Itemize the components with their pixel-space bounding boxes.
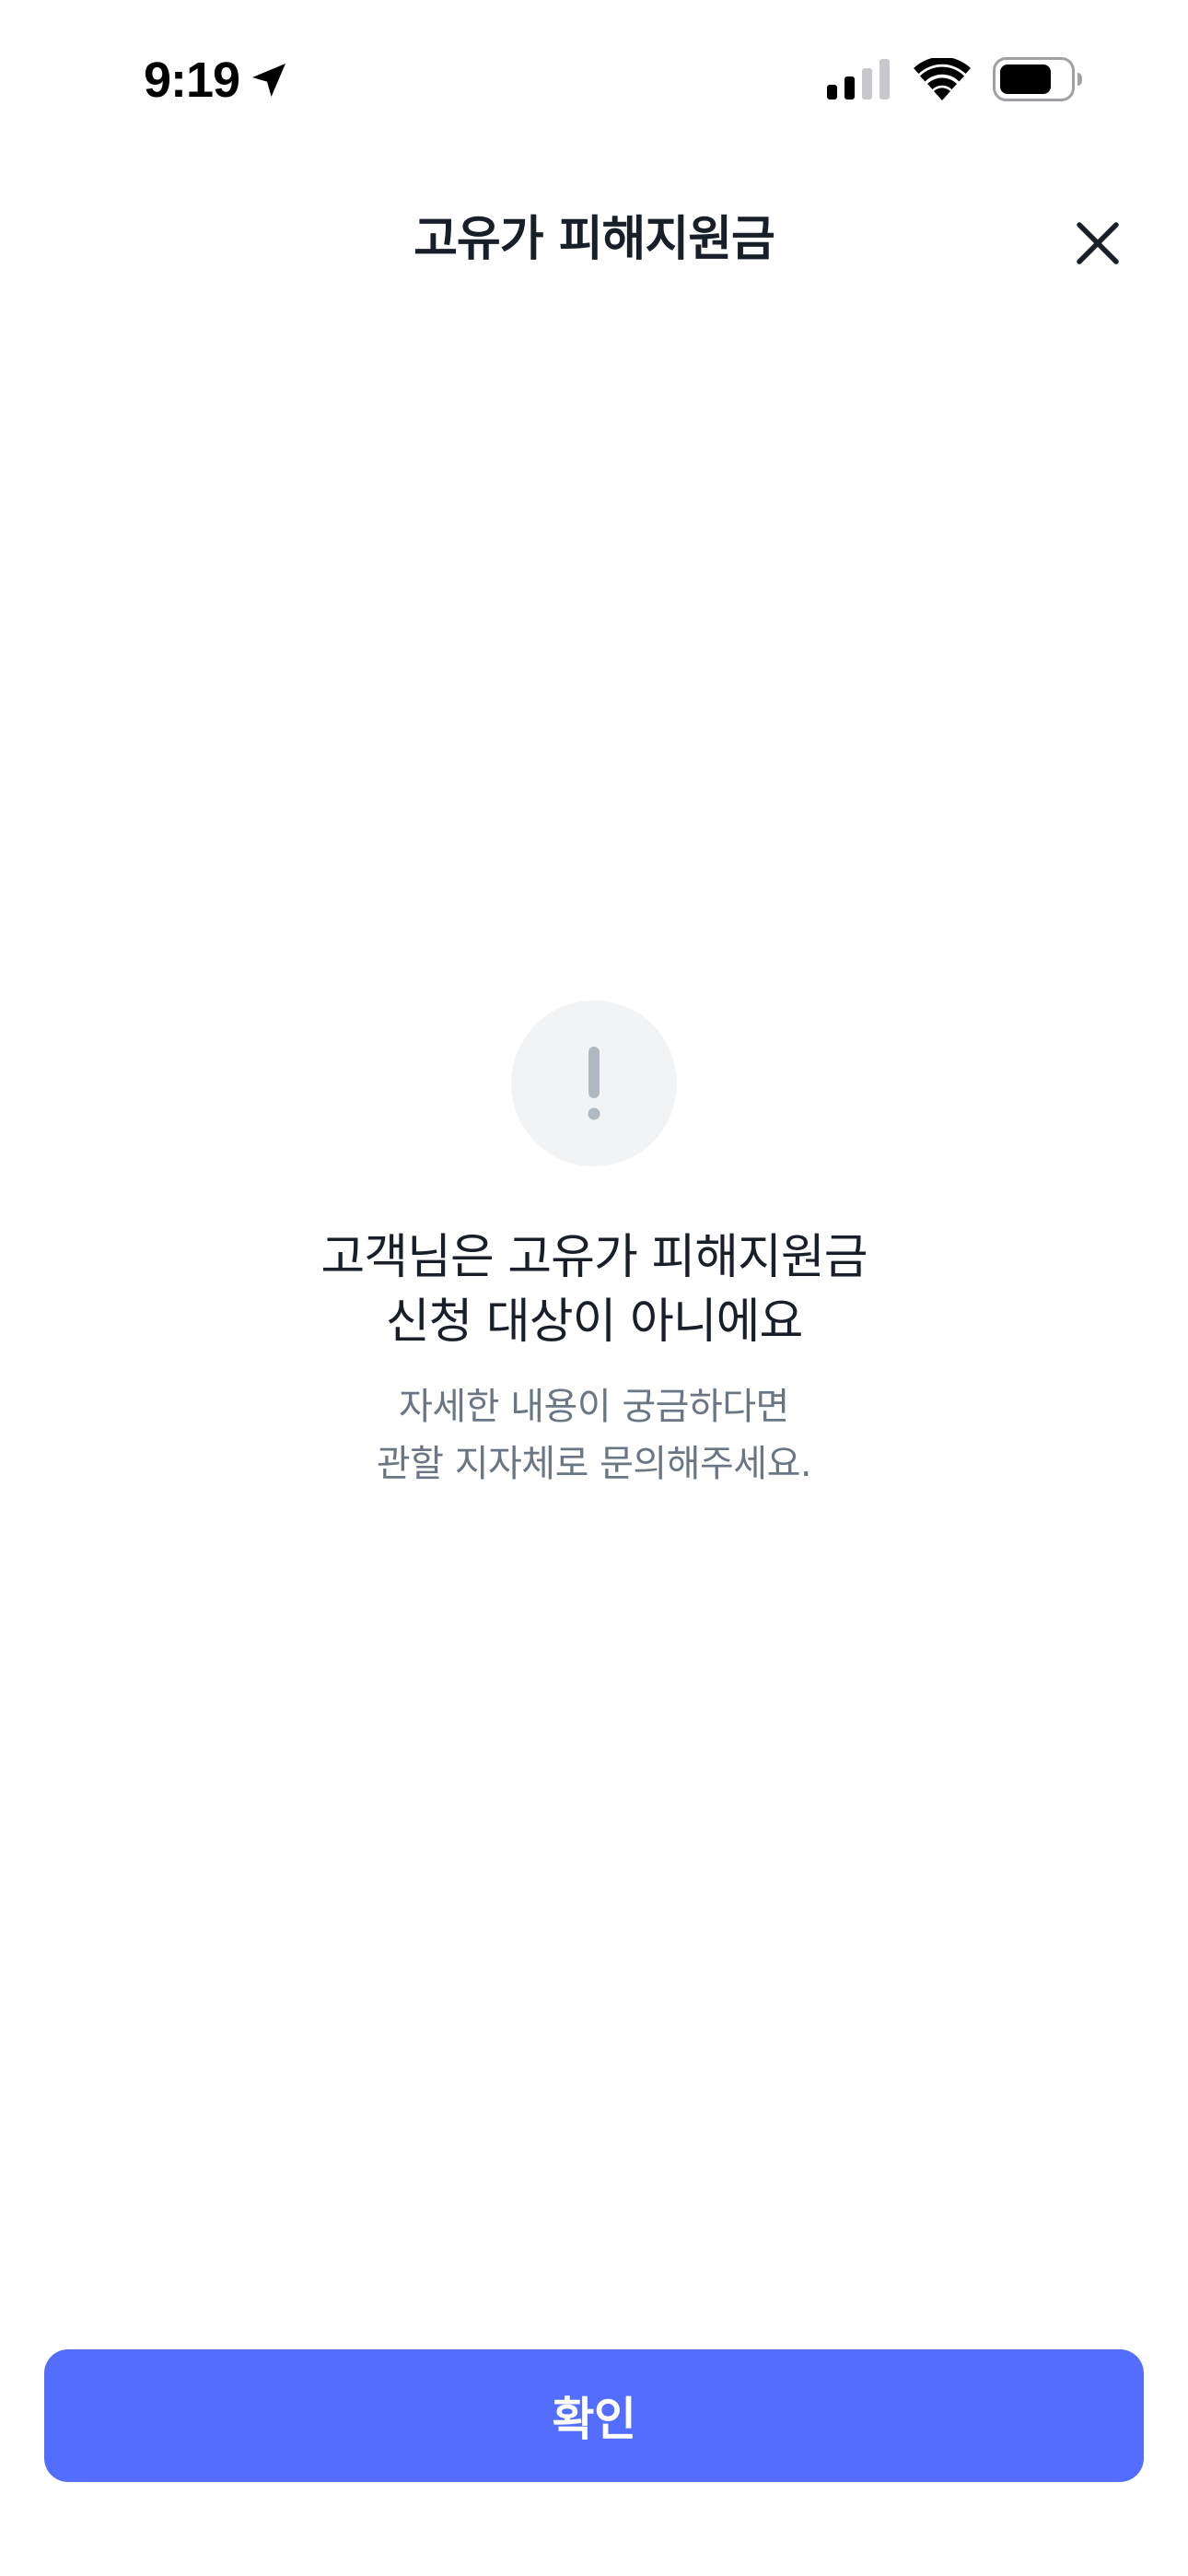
result-section: 고객님은 고유가 피해지원금 신청 대상이 아니에요 자세한 내용이 궁금하다면… bbox=[0, 1001, 1188, 1493]
result-title-line-2: 신청 대상이 아니에요 bbox=[385, 1294, 804, 1350]
page-title: 고유가 피해지원금 bbox=[413, 212, 775, 267]
result-description-line-2: 관할 지자체로 문의해주세요. bbox=[376, 1443, 812, 1485]
result-description-line-1: 자세한 내용이 궁금하다면 bbox=[399, 1386, 789, 1428]
wifi-icon bbox=[914, 58, 971, 100]
status-bar: 9:19 bbox=[0, 0, 1188, 157]
close-button[interactable] bbox=[1059, 205, 1136, 282]
result-description: 자세한 내용이 궁금하다면 관할 지자체로 문의해주세요. bbox=[0, 1378, 1188, 1493]
nav-header: 고유가 피해지원금 bbox=[0, 184, 1188, 295]
confirm-button[interactable]: 확인 bbox=[44, 2349, 1144, 2482]
result-title: 고객님은 고유가 피해지원금 신청 대상이 아니에요 bbox=[0, 1225, 1188, 1354]
result-title-line-1: 고객님은 고유가 피해지원금 bbox=[320, 1230, 868, 1285]
status-time-group: 9:19 bbox=[144, 48, 291, 112]
status-indicators bbox=[827, 53, 1083, 105]
exclamation-icon bbox=[588, 1047, 600, 1120]
status-time: 9:19 bbox=[144, 53, 240, 108]
battery-icon bbox=[993, 57, 1082, 101]
location-arrow-icon bbox=[252, 64, 286, 97]
cellular-signal-icon bbox=[827, 59, 890, 100]
alert-badge bbox=[511, 1001, 677, 1166]
close-icon bbox=[1077, 222, 1119, 264]
